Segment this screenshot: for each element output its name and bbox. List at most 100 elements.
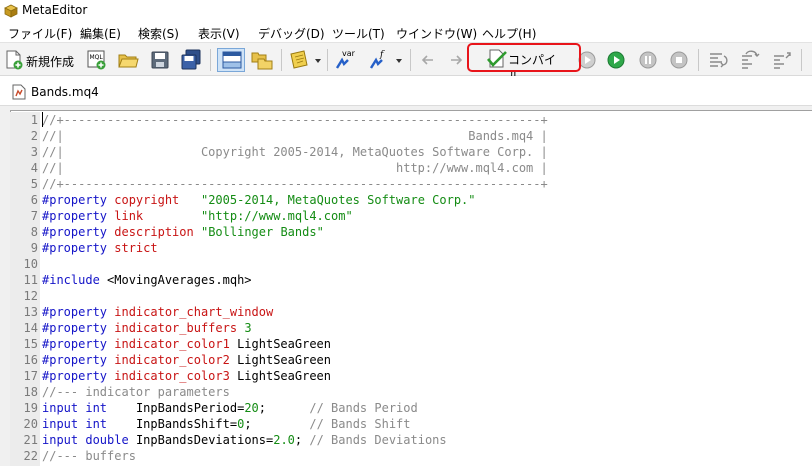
code-line[interactable]: 13 #property indicator_chart_window xyxy=(10,304,812,320)
code-lines[interactable]: 1 //+------------------------------------… xyxy=(10,112,812,464)
code-text: //--- buffers xyxy=(42,448,136,464)
open-folder-icon xyxy=(118,54,139,68)
arrow-right-icon xyxy=(451,55,463,65)
code-token: indicator_buffers xyxy=(114,321,238,335)
line-number: 2 xyxy=(30,129,38,143)
code-line[interactable]: 14 #property indicator_buffers 3 xyxy=(10,320,812,336)
styler-dropdown-button[interactable] xyxy=(288,48,324,72)
code-line[interactable]: 18 //--- indicator parameters xyxy=(10,384,812,400)
line-number: 15 xyxy=(23,337,38,351)
insert-variable-button[interactable]: var xyxy=(334,48,360,72)
code-line[interactable]: 22 //--- buffers xyxy=(10,448,812,464)
function-icon: f xyxy=(369,50,402,69)
code-token: int xyxy=(85,417,108,431)
line-number: 7 xyxy=(30,209,38,223)
open-button[interactable] xyxy=(117,48,139,72)
code-line[interactable]: 10 xyxy=(10,256,812,272)
code-token: indicator_color2 xyxy=(114,353,230,367)
code-text: //| Copyright 2005-2014, MetaQuotes Soft… xyxy=(42,144,548,160)
step-into-button[interactable] xyxy=(706,48,730,72)
code-line[interactable]: 3 //| Copyright 2005-2014, MetaQuotes Sof… xyxy=(10,144,812,160)
code-token: #include xyxy=(42,273,108,287)
code-line[interactable]: 1 //+------------------------------------… xyxy=(10,112,812,128)
mq4-file-icon xyxy=(12,84,26,100)
code-token: link xyxy=(114,209,144,223)
code-token: 2.0 xyxy=(273,433,295,447)
save-all-icon xyxy=(181,49,201,70)
code-line[interactable]: 15 #property indicator_color1 LightSeaGre… xyxy=(10,336,812,352)
code-line[interactable]: 11 #include <MovingAverages.mqh> xyxy=(10,272,812,288)
code-text: //--- indicator parameters xyxy=(42,384,230,400)
code-token: double xyxy=(85,433,129,447)
code-line[interactable]: 5 //+------------------------------------… xyxy=(10,176,812,192)
menu-debug[interactable]: デバッグ(D) xyxy=(258,25,325,42)
insert-function-dropdown-button[interactable]: f xyxy=(368,48,406,72)
new-button[interactable]: 新規作成 xyxy=(4,48,78,72)
compile-highlight-box xyxy=(467,43,581,72)
menu-help[interactable]: ヘルプ(H) xyxy=(482,25,536,42)
code-line[interactable]: 17 #property indicator_color3 LightSeaGre… xyxy=(10,368,812,384)
code-token: #property xyxy=(42,321,115,335)
step-into-icon xyxy=(710,53,728,68)
menu-file[interactable]: ファイル(F) xyxy=(8,25,72,42)
code-line[interactable]: 8 #property description "Bollinger Bands" xyxy=(10,224,812,240)
navigator-panel-icon xyxy=(222,51,242,69)
code-line[interactable]: 20 input int InpBandsShift=0; // Bands Sh… xyxy=(10,416,812,432)
code-line[interactable]: 9 #property strict xyxy=(10,240,812,256)
code-token: ; xyxy=(244,417,310,431)
toolbox-folders-icon xyxy=(251,52,273,70)
code-line[interactable]: 4 //| http://www.mql4.com | xyxy=(10,160,812,176)
code-token: 3 xyxy=(244,321,252,335)
code-text: #property indicator_chart_window xyxy=(42,304,273,320)
code-text: //+-------------------------------------… xyxy=(42,176,548,192)
menu-edit[interactable]: 編集(E) xyxy=(80,25,121,42)
code-token: strict xyxy=(114,241,158,255)
stop-debug-button[interactable] xyxy=(668,48,690,72)
line-number: 17 xyxy=(23,369,38,383)
mql-wizard-button[interactable]: MQL xyxy=(86,48,108,72)
start-debug-button[interactable] xyxy=(605,48,627,72)
menu-search[interactable]: 検索(S) xyxy=(138,25,179,42)
forward-button[interactable] xyxy=(446,48,466,72)
title-bar: MetaEditor xyxy=(0,0,812,22)
code-token: //+-------------------------------------… xyxy=(42,113,548,127)
play-icon xyxy=(607,51,625,69)
code-text: #include <MovingAverages.mqh> xyxy=(42,272,252,288)
code-token: InpBandsShift= xyxy=(107,417,238,431)
menu-bar: ファイル(F) 編集(E) 検索(S) 表示(V) デバッグ(D) ツール(T)… xyxy=(0,22,812,42)
code-line[interactable]: 7 #property link "http://www.mql4.com" xyxy=(10,208,812,224)
code-line[interactable]: 21 input double InpBandsDeviations=2.0; /… xyxy=(10,432,812,448)
step-out-button[interactable] xyxy=(770,48,794,72)
toolbar-separator xyxy=(327,49,328,71)
menu-tools[interactable]: ツール(T) xyxy=(332,25,385,42)
code-token: 20 xyxy=(244,401,259,415)
pause-debug-button[interactable] xyxy=(637,48,659,72)
variable-icon: var xyxy=(335,49,356,69)
code-token: input xyxy=(42,401,86,415)
line-number: 16 xyxy=(23,353,38,367)
menu-window[interactable]: ウインドウ(W) xyxy=(396,25,477,42)
code-text: #property description "Bollinger Bands" xyxy=(42,224,324,240)
code-line[interactable]: 19 input int InpBandsPeriod=20; // Bands … xyxy=(10,400,812,416)
toolbox-button[interactable] xyxy=(250,48,274,72)
code-text: input double InpBandsDeviations=2.0; // … xyxy=(42,432,447,448)
tab-bands-mq4[interactable]: Bands.mq4 xyxy=(6,76,106,106)
menu-view[interactable]: 表示(V) xyxy=(198,25,240,42)
code-token: //| Bands.mq4 | xyxy=(42,129,548,143)
back-button[interactable] xyxy=(418,48,438,72)
code-token: #property xyxy=(42,241,115,255)
code-text: #property indicator_color2 LightSeaGreen xyxy=(42,352,331,368)
mql-wizard-icon: MQL xyxy=(87,50,106,70)
code-line[interactable]: 2 //| Bands.mq4 | xyxy=(10,128,812,144)
save-button[interactable] xyxy=(149,48,171,72)
save-all-button[interactable] xyxy=(180,48,202,72)
code-line[interactable]: 16 #property indicator_color2 LightSeaGre… xyxy=(10,352,812,368)
line-number: 10 xyxy=(23,257,38,271)
code-line[interactable]: 6 #property copyright "2005-2014, MetaQuo… xyxy=(10,192,812,208)
code-token: description xyxy=(114,225,194,239)
code-line[interactable]: 12 xyxy=(10,288,812,304)
code-token: #property xyxy=(42,353,115,367)
arrow-left-icon xyxy=(421,55,433,65)
navigator-toggle-button[interactable] xyxy=(217,48,245,72)
step-over-button[interactable] xyxy=(738,48,762,72)
